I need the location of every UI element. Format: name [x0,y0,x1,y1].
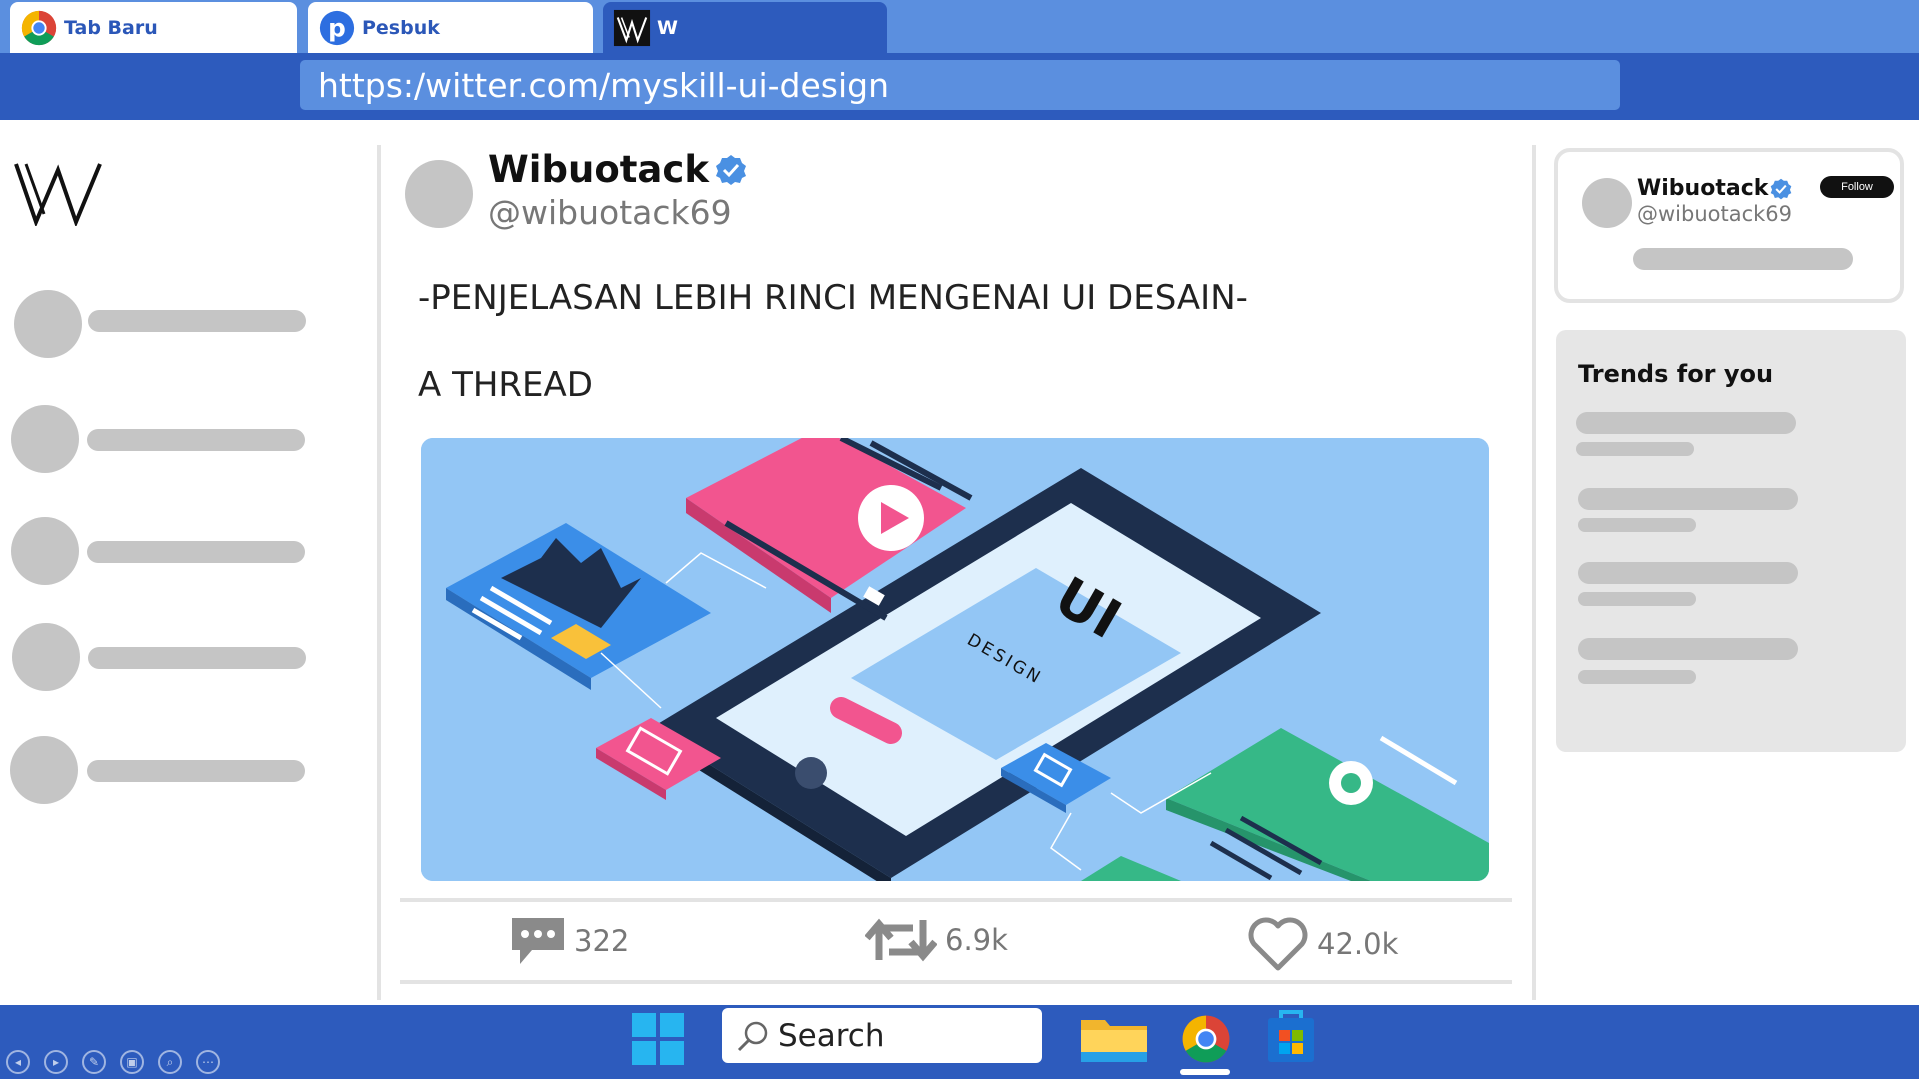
avatar[interactable] [405,160,473,228]
placeholder-avatar [12,623,80,691]
placeholder-bar [87,541,305,563]
ui-design-illustration: UI DESIGN [421,438,1489,881]
placeholder-bar [88,310,306,332]
tab-label: W [657,16,678,39]
sidebar-item[interactable] [10,517,310,587]
store-icon[interactable] [1266,1008,1316,1064]
placeholder-avatar [11,517,79,585]
placeholder-bar [1578,562,1798,584]
placeholder-avatar [14,290,82,358]
author-name-text: Wibuotack [488,148,709,191]
placeholder-bar [1576,442,1694,456]
more-options-button[interactable]: ⋯ [196,1050,220,1074]
placeholder-bar [1578,488,1798,510]
trend-item[interactable] [1578,562,1808,622]
trend-item[interactable] [1578,638,1808,698]
avatar[interactable] [1582,178,1632,228]
tweet-text-line: -PENJELASAN LEBIH RINCI MENGENAI UI DESA… [418,278,1248,318]
chrome-icon[interactable] [1180,1013,1232,1065]
tab-bar: Tab Baru p Pesbuk W [0,0,1919,53]
svg-text:p: p [328,13,346,42]
trend-item[interactable] [1576,412,1808,472]
placeholder-avatar [11,405,79,473]
search-icon [737,1021,768,1051]
sidebar-item[interactable] [10,405,310,475]
placeholder-avatar [10,736,78,804]
tweet-image[interactable]: UI DESIGN [421,438,1489,881]
active-app-indicator [1180,1069,1230,1075]
tweet-actions-divider [400,898,1512,902]
retweet-button[interactable]: 6.9k [865,916,1008,964]
tab-label: Pesbuk [362,16,440,39]
profile-card-name[interactable]: Wibuotack [1637,176,1792,201]
column-divider [1532,145,1536,1000]
tab-witter[interactable]: W [603,2,887,53]
placeholder-bar [87,429,305,451]
pesbuk-icon: p [319,10,355,45]
column-divider [377,145,381,1000]
zoom-button[interactable]: ⌕ [158,1050,182,1074]
comment-icon [512,918,564,964]
prev-slide-button[interactable]: ◂ [6,1050,30,1074]
retweet-count: 6.9k [945,923,1008,957]
tweet-author-name[interactable]: Wibuotack [488,148,747,191]
windows-start-icon[interactable] [632,1013,684,1065]
retweet-icon [865,918,937,962]
like-button[interactable]: 42.0k [1247,916,1398,972]
pen-tool-button[interactable]: ✎ [82,1050,106,1074]
tab-pesbuk[interactable]: p Pesbuk [308,2,593,53]
trends-title: Trends for you [1578,360,1774,388]
placeholder-bar [1633,248,1853,270]
like-count: 42.0k [1317,927,1399,961]
reply-button[interactable]: 322 [510,916,629,966]
sidebar-item[interactable] [10,623,310,693]
placeholder-bar [1578,518,1696,532]
placeholder-bar [88,647,306,669]
profile-card: Wibuotack @wibuotack69 Follow [1554,148,1904,303]
placeholder-bar [1578,592,1696,606]
placeholder-bar [87,760,305,782]
tab-label: Tab Baru [64,16,158,39]
follow-button[interactable]: Follow [1820,176,1894,198]
search-label: Search [778,1017,885,1054]
reply-count: 322 [574,924,630,958]
file-explorer-icon[interactable] [1081,1016,1147,1062]
next-slide-button[interactable]: ▸ [44,1050,68,1074]
tab-tab-baru[interactable]: Tab Baru [10,2,297,53]
chrome-icon [21,10,57,45]
tweet-text-line: A THREAD [418,365,593,405]
taskbar-search[interactable]: Search [722,1008,1042,1063]
trends-panel: Trends for you [1556,330,1906,752]
sidebar-item[interactable] [10,290,310,360]
address-bar: https:/witter.com/myskill-ui-design [0,53,1919,120]
verified-badge-icon [1771,178,1792,199]
placeholder-bar [1578,638,1798,660]
sidebar-item[interactable] [10,736,310,806]
profile-card-handle: @wibuotack69 [1637,202,1793,226]
witter-logo-icon [613,9,651,46]
trend-item[interactable] [1578,488,1808,548]
heart-icon [1248,917,1308,971]
profile-name-text: Wibuotack [1637,176,1769,201]
placeholder-bar [1576,412,1796,434]
url-input[interactable]: https:/witter.com/myskill-ui-design [300,60,1620,110]
verified-badge-icon [715,154,746,185]
tweet-author-handle[interactable]: @wibuotack69 [488,193,732,232]
placeholder-bar [1578,670,1696,684]
slides-view-button[interactable]: ▣ [120,1050,144,1074]
tweet-bottom-divider [400,980,1512,984]
witter-logo-icon[interactable] [14,160,104,226]
